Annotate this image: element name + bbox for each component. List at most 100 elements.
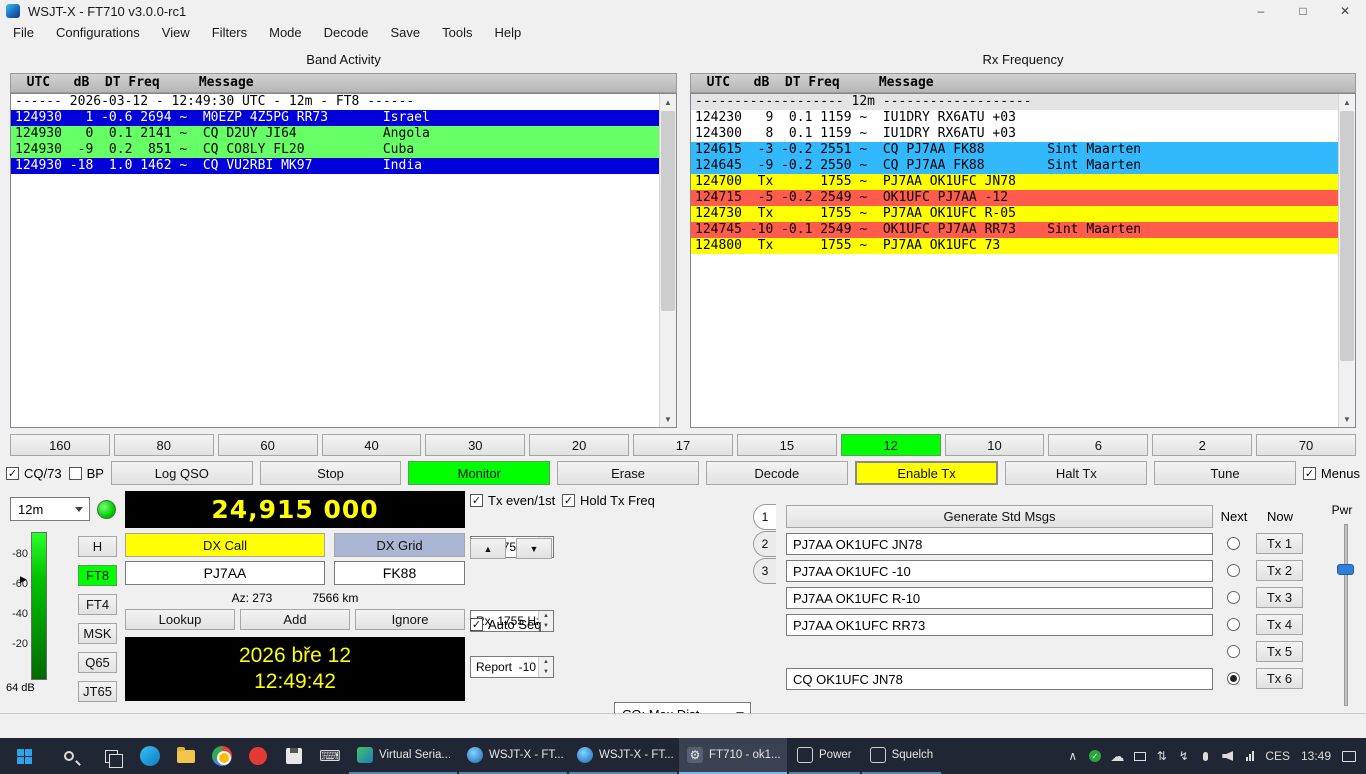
- band-button-17[interactable]: 17: [633, 434, 733, 456]
- mode-button-h[interactable]: H: [78, 536, 117, 557]
- auto-seq-checkbox[interactable]: Auto Seq: [470, 617, 542, 632]
- decode-row[interactable]: 124930 1 -0.6 2694 ~ M0EZP 4Z5PG RR73 Is…: [11, 110, 659, 126]
- tx6-message-input[interactable]: [786, 668, 1213, 690]
- taskbar-app-power[interactable]: Power: [789, 738, 860, 774]
- halt-tx-button[interactable]: Halt Tx: [1005, 461, 1147, 485]
- tx3-message-input[interactable]: [786, 587, 1213, 609]
- scroll-thumb[interactable]: [1340, 111, 1354, 361]
- decode-row[interactable]: 124730 Tx 1755 ~ PJ7AA OK1UFC R-05: [691, 206, 1338, 222]
- decode-row[interactable]: 124930 -9 0.2 851 ~ CQ CO8LY FL20 Cuba: [11, 142, 659, 158]
- task-view-button[interactable]: [90, 738, 132, 774]
- decode-row[interactable]: 124230 9 0.1 1159 ~ IU1DRY RX6ATU +03: [691, 110, 1338, 126]
- tx1-now-button[interactable]: Tx 1: [1256, 533, 1303, 554]
- display-icon[interactable]: [1133, 752, 1146, 761]
- report-spinner[interactable]: Report -10 ▲▼: [470, 656, 554, 678]
- close-button[interactable]: ✕: [1324, 0, 1366, 22]
- tx5-now-button[interactable]: Tx 5: [1256, 641, 1303, 662]
- tx5-next-radio[interactable]: [1227, 645, 1240, 658]
- decode-row[interactable]: 124700 Tx 1755 ~ PJ7AA OK1UFC JN78: [691, 174, 1338, 190]
- add-button[interactable]: Add: [240, 609, 350, 630]
- message-tab-3[interactable]: 3: [753, 558, 776, 584]
- decode-row[interactable]: 124645 -9 -0.2 2550 ~ CQ PJ7AA FK88 Sint…: [691, 158, 1338, 174]
- message-tab-1[interactable]: 1: [753, 504, 776, 530]
- tx1-next-radio[interactable]: [1227, 537, 1240, 550]
- band-button-10[interactable]: 10: [945, 434, 1045, 456]
- language-indicator[interactable]: CES: [1265, 749, 1290, 763]
- rx-frequency-panel[interactable]: ------------------- 12m ----------------…: [690, 93, 1356, 428]
- band-button-6[interactable]: 6: [1048, 434, 1148, 456]
- decode-row[interactable]: 124745 -10 -0.1 2549 ~ OK1UFC PJ7AA RR73…: [691, 222, 1338, 238]
- tray-expand-icon[interactable]: ∧: [1066, 749, 1079, 763]
- band-activity-panel[interactable]: ------ 2026-03-12 - 12:49:30 UTC - 12m -…: [10, 93, 677, 428]
- network-icon[interactable]: [1243, 751, 1256, 761]
- decode-row[interactable]: 124800 Tx 1755 ~ PJ7AA OK1UFC 73: [691, 238, 1338, 254]
- scroll-up-icon[interactable]: ▲: [1339, 94, 1355, 110]
- dx-call-button[interactable]: DX Call: [125, 533, 325, 557]
- erase-button[interactable]: Erase: [557, 461, 699, 485]
- enable-tx-button[interactable]: Enable Tx: [855, 461, 999, 485]
- decode-button[interactable]: Decode: [706, 461, 848, 485]
- band-button-12[interactable]: 12: [841, 434, 941, 456]
- menu-configurations[interactable]: Configurations: [45, 23, 151, 42]
- pwr-slider-handle[interactable]: [1337, 564, 1354, 575]
- dx-grid-input[interactable]: [334, 561, 465, 585]
- tx4-now-button[interactable]: Tx 4: [1256, 614, 1303, 635]
- taskbar-clock[interactable]: 13:49: [1299, 749, 1333, 763]
- band-button-70[interactable]: 70: [1256, 434, 1356, 456]
- sync-arrows-icon[interactable]: ⇅: [1155, 749, 1168, 763]
- log-qso-button[interactable]: Log QSO: [111, 461, 253, 485]
- band-dropdown[interactable]: 12m: [10, 497, 90, 521]
- menu-save[interactable]: Save: [379, 23, 431, 42]
- band-button-80[interactable]: 80: [114, 434, 214, 456]
- tune-button[interactable]: Tune: [1154, 461, 1296, 485]
- menu-decode[interactable]: Decode: [313, 23, 380, 42]
- dx-grid-button[interactable]: DX Grid: [334, 533, 465, 557]
- pinned-file-explorer[interactable]: [168, 738, 204, 774]
- menu-tools[interactable]: Tools: [431, 23, 483, 42]
- lookup-button[interactable]: Lookup: [125, 609, 235, 630]
- taskbar-app-virtual-serial[interactable]: Virtual Seria...: [349, 738, 457, 774]
- pinned-red-app[interactable]: [240, 738, 276, 774]
- start-button[interactable]: [0, 738, 48, 774]
- band-button-30[interactable]: 30: [425, 434, 525, 456]
- spinner-arrows-icon[interactable]: ▲▼: [538, 657, 553, 677]
- mode-button-msk[interactable]: MSK: [78, 623, 117, 644]
- menus-checkbox[interactable]: Menus: [1303, 466, 1360, 481]
- scroll-up-icon[interactable]: ▲: [660, 94, 676, 110]
- mode-button-jt65[interactable]: JT65: [78, 681, 117, 702]
- maximize-button[interactable]: □: [1282, 0, 1324, 22]
- band-button-15[interactable]: 15: [737, 434, 837, 456]
- notification-icon[interactable]: [1342, 751, 1356, 762]
- decode-row[interactable]: 124715 -5 -0.2 2549 ~ OK1UFC PJ7AA -12: [691, 190, 1338, 206]
- tx1-message-input[interactable]: [786, 533, 1213, 555]
- hold-tx-freq-checkbox[interactable]: Hold Tx Freq: [562, 493, 655, 508]
- monitor-button[interactable]: Monitor: [408, 461, 550, 485]
- tx-down-button[interactable]: ▼: [516, 538, 552, 559]
- tx4-message-input[interactable]: [786, 614, 1213, 636]
- band-activity-scrollbar[interactable]: ▲ ▼: [659, 94, 676, 427]
- tx-even-checkbox[interactable]: Tx even/1st: [470, 493, 555, 508]
- volume-icon[interactable]: [1221, 751, 1234, 761]
- menu-help[interactable]: Help: [483, 23, 532, 42]
- band-button-2[interactable]: 2: [1152, 434, 1252, 456]
- message-tab-2[interactable]: 2: [753, 531, 776, 557]
- mode-button-q65[interactable]: Q65: [78, 652, 117, 673]
- decode-row[interactable]: ------ 2026-03-12 - 12:49:30 UTC - 12m -…: [11, 94, 659, 110]
- pinned-chrome[interactable]: [204, 738, 240, 774]
- tx3-now-button[interactable]: Tx 3: [1256, 587, 1303, 608]
- scroll-thumb[interactable]: [661, 111, 675, 311]
- menu-filters[interactable]: Filters: [201, 23, 258, 42]
- generate-std-msgs-button[interactable]: Generate Std Msgs: [786, 505, 1213, 528]
- cloud-icon[interactable]: ☁: [1110, 748, 1124, 765]
- taskbar-app-squelch[interactable]: Squelch: [862, 738, 942, 774]
- decode-row[interactable]: 124615 -3 -0.2 2551 ~ CQ PJ7AA FK88 Sint…: [691, 142, 1338, 158]
- security-shield-icon[interactable]: ✓: [1088, 750, 1101, 762]
- decode-row[interactable]: 124930 -18 1.0 1462 ~ CQ VU2RBI MK97 Ind…: [11, 158, 659, 174]
- tx2-message-input[interactable]: [786, 560, 1213, 582]
- bp-checkbox[interactable]: BP: [69, 466, 104, 481]
- pwr-slider-track[interactable]: [1344, 524, 1348, 706]
- tx6-now-button[interactable]: Tx 6: [1256, 668, 1303, 689]
- tx2-now-button[interactable]: Tx 2: [1256, 560, 1303, 581]
- menu-mode[interactable]: Mode: [258, 23, 313, 42]
- mode-button-ft8[interactable]: FT8: [78, 565, 117, 586]
